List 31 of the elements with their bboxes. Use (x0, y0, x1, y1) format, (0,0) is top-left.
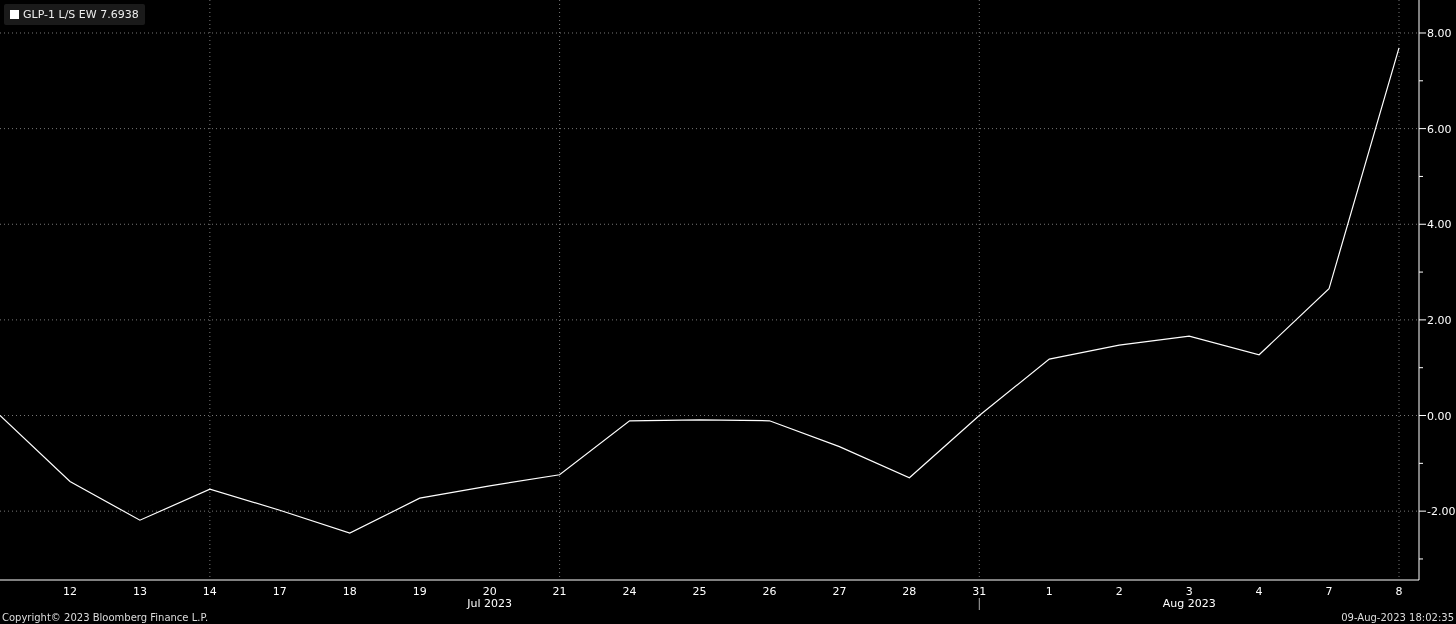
axis-tick-label: 14 (202, 585, 217, 598)
timestamp: 09-Aug-2023 18:02:35 (1341, 611, 1454, 623)
axis-tick-label: 24 (622, 585, 637, 598)
legend-label: GLP-1 L/S EW 7.6938 (23, 8, 139, 21)
axis-tick-label: 4 (1255, 585, 1263, 598)
axis-tick-label: 7 (1325, 585, 1333, 598)
axis-tick-label: 8.00 (1427, 27, 1452, 40)
axis-tick-label: -2.00 (1427, 505, 1456, 519)
axis-tick-label: 31 (972, 585, 987, 598)
axis-tick-label: 2 (1115, 585, 1123, 598)
axis-tick-label: 4.00 (1427, 218, 1452, 232)
axis-tick-label: 12 (62, 585, 77, 598)
axis-tick-label: 26 (762, 585, 777, 598)
axis-tick-label: 8 (1395, 585, 1403, 598)
axis-tick-label: 17 (272, 585, 287, 598)
month-label: Aug 2023 (1162, 597, 1216, 610)
axis-tick-label: 1 (1045, 585, 1053, 598)
axis-tick-label: 20 (482, 585, 497, 598)
axis-tick-label: 0.00 (1427, 409, 1452, 423)
axis-tick-label: 6.00 (1427, 122, 1452, 136)
axis-tick-label: 27 (832, 585, 847, 598)
axis-tick-label: 19 (412, 585, 427, 598)
axis-tick-label: 2.00 (1427, 313, 1452, 327)
copyright-text: Copyright© 2023 Bloomberg Finance L.P. (2, 611, 209, 623)
month-label: Jul 2023 (467, 597, 513, 610)
axis-tick-label: 25 (692, 585, 707, 598)
axis-tick-label: 18 (342, 585, 357, 598)
axis-tick-label: 13 (132, 585, 147, 598)
axis-tick-label: 21 (552, 585, 567, 598)
axis-tick-label: 28 (902, 585, 917, 598)
axis-tick-label: 3 (1185, 585, 1193, 598)
